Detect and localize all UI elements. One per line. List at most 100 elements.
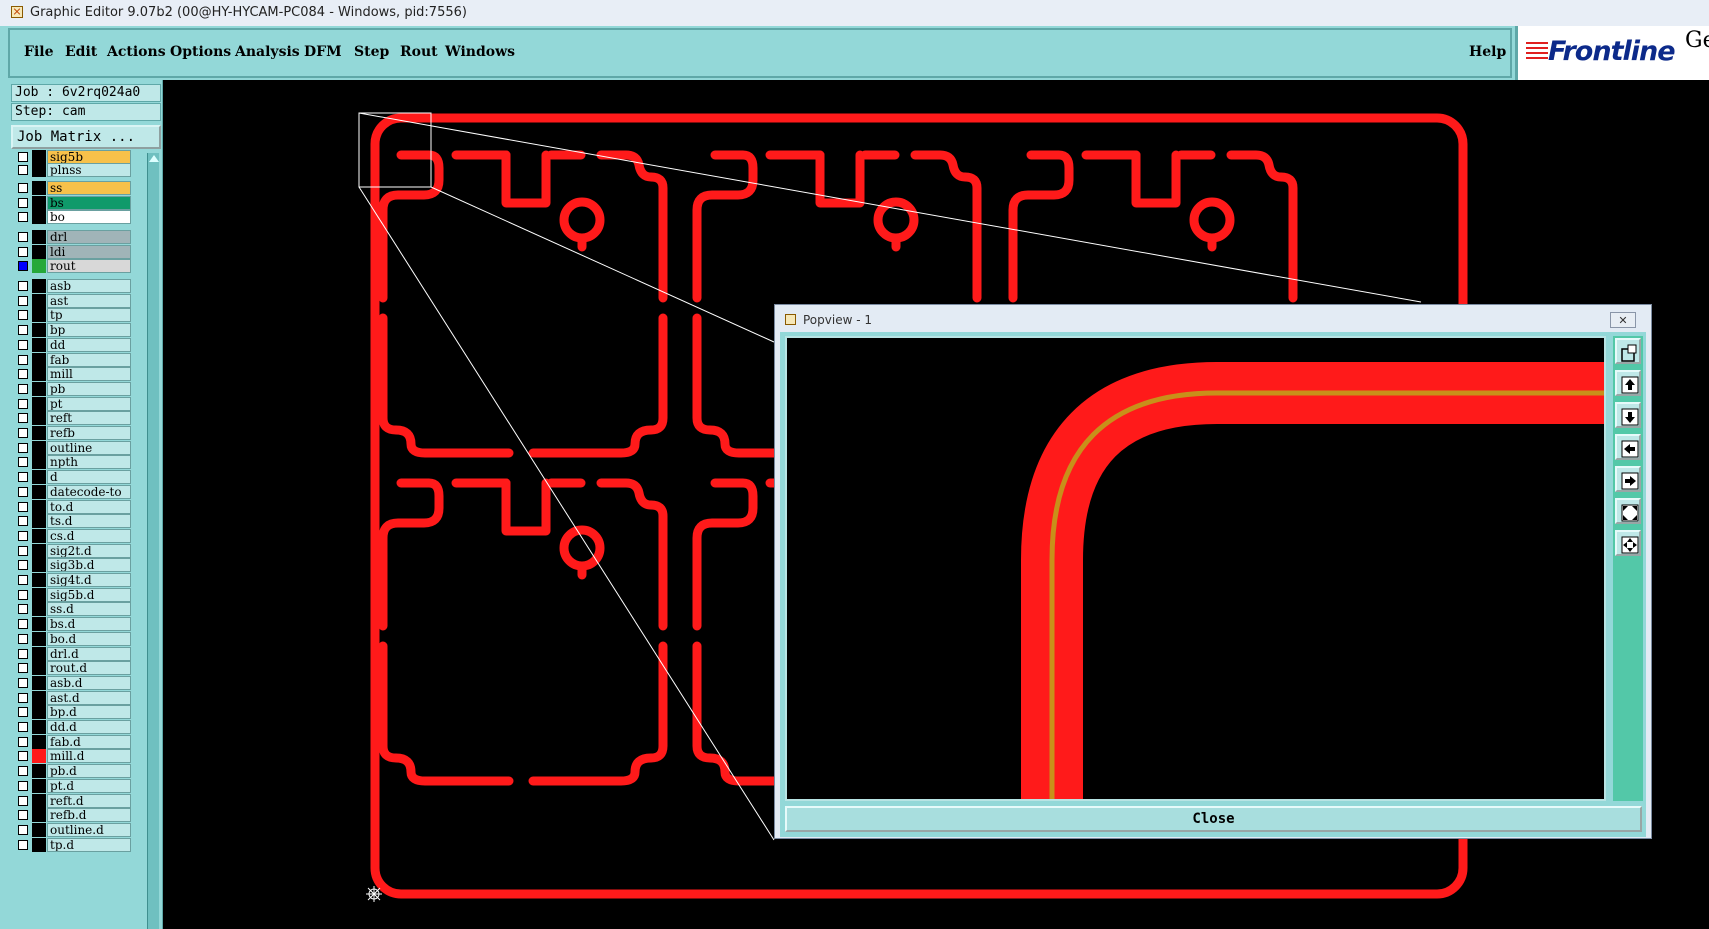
layer-name[interactable]: bs.d [47, 617, 131, 632]
layer-display-swatch[interactable] [32, 455, 46, 470]
layer-row[interactable]: pb [13, 381, 131, 396]
layer-display-swatch[interactable] [32, 558, 46, 573]
layer-checkbox[interactable] [18, 824, 28, 835]
layer-row[interactable]: bo [13, 210, 131, 225]
layer-row[interactable]: sig5b.d [13, 587, 131, 602]
layer-name[interactable]: reft [47, 411, 131, 426]
layer-row[interactable]: rout [13, 259, 131, 274]
layer-name[interactable]: pt [47, 396, 131, 411]
layer-checkbox[interactable] [18, 648, 28, 659]
layer-name[interactable]: ast [47, 293, 131, 308]
layer-display-swatch[interactable] [32, 367, 46, 382]
layer-row[interactable]: refb.d [13, 808, 131, 823]
layer-display-swatch[interactable] [32, 244, 46, 259]
layer-display-swatch[interactable] [32, 293, 46, 308]
layer-name[interactable]: ss [47, 181, 131, 195]
layer-row[interactable]: pb.d [13, 764, 131, 779]
layer-checkbox[interactable] [18, 766, 28, 777]
layer-name[interactable]: rout [47, 259, 131, 274]
layer-display-swatch[interactable] [32, 308, 46, 323]
layer-checkbox[interactable] [18, 545, 28, 556]
layer-display-swatch[interactable] [32, 396, 46, 411]
layer-row[interactable]: sig3b.d [13, 558, 131, 573]
layer-checkbox[interactable] [18, 212, 28, 223]
layer-display-swatch[interactable] [32, 181, 46, 195]
layer-display-swatch[interactable] [32, 793, 46, 808]
layer-display-swatch[interactable] [32, 484, 46, 499]
layer-checkbox[interactable] [18, 183, 28, 193]
layer-name[interactable]: pt.d [47, 778, 131, 793]
menu-analysis[interactable]: Analysis [235, 44, 300, 60]
pan-right-icon[interactable] [1615, 466, 1641, 492]
layer-checkbox[interactable] [18, 839, 28, 850]
layer-row[interactable]: fab [13, 352, 131, 367]
layer-name[interactable]: drl [47, 230, 131, 244]
menu-windows[interactable]: Windows [445, 44, 515, 60]
layer-checkbox[interactable] [18, 442, 28, 453]
layer-row[interactable]: plnss [13, 163, 131, 177]
layer-row[interactable]: tp.d [13, 837, 131, 852]
layer-row[interactable]: sig4t.d [13, 573, 131, 587]
layer-name[interactable]: bp [47, 323, 131, 338]
popview-close-button[interactable]: Close [785, 806, 1642, 832]
pan-left-icon[interactable] [1615, 434, 1641, 460]
layer-name[interactable]: bo [47, 210, 131, 225]
layer-checkbox[interactable] [18, 295, 28, 306]
layer-display-swatch[interactable] [32, 528, 46, 543]
layer-display-swatch[interactable] [32, 602, 46, 617]
layer-display-swatch[interactable] [32, 381, 46, 396]
layer-row[interactable]: sig5b [13, 150, 131, 164]
scroll-up-icon[interactable] [149, 155, 159, 162]
layer-checkbox[interactable] [18, 165, 28, 175]
layer-name[interactable]: sig4t.d [47, 573, 131, 587]
job-matrix-button[interactable]: Job Matrix ... [11, 125, 161, 149]
menu-actions[interactable]: Actions [107, 44, 166, 60]
layer-checkbox[interactable] [18, 516, 28, 527]
zoom-home-icon[interactable] [1615, 338, 1641, 364]
layer-row[interactable]: fab.d [13, 734, 131, 749]
layer-row[interactable]: mill [13, 367, 131, 382]
layer-row[interactable]: reft.d [13, 793, 131, 808]
layer-display-swatch[interactable] [32, 411, 46, 426]
layer-checkbox[interactable] [18, 501, 28, 512]
layer-row[interactable]: bs.d [13, 617, 131, 632]
layer-name[interactable]: sig5b.d [47, 587, 131, 602]
layer-name[interactable]: cs.d [47, 528, 131, 543]
layer-checkbox[interactable] [18, 197, 28, 208]
layer-row[interactable]: bp.d [13, 705, 131, 720]
layer-checkbox[interactable] [18, 575, 28, 585]
layer-checkbox[interactable] [18, 310, 28, 321]
layer-display-swatch[interactable] [32, 470, 46, 485]
layer-scrollbar[interactable] [147, 153, 159, 929]
layer-name[interactable]: mill.d [47, 749, 131, 764]
layer-row[interactable]: dd [13, 337, 131, 352]
layer-row[interactable]: ss.d [13, 602, 131, 617]
layer-name[interactable]: asb [47, 279, 131, 293]
layer-display-swatch[interactable] [32, 163, 46, 177]
layer-checkbox[interactable] [18, 530, 28, 541]
layer-checkbox[interactable] [18, 780, 28, 791]
layer-checkbox[interactable] [18, 619, 28, 630]
layer-name[interactable]: bo.d [47, 631, 131, 646]
layer-display-swatch[interactable] [32, 543, 46, 558]
layer-checkbox[interactable] [18, 795, 28, 806]
layer-display-swatch[interactable] [32, 749, 46, 764]
layer-display-swatch[interactable] [32, 822, 46, 837]
menu-file[interactable]: File [24, 44, 53, 60]
layer-display-swatch[interactable] [32, 646, 46, 661]
zoom-in-icon[interactable] [1615, 498, 1641, 524]
layer-checkbox[interactable] [18, 413, 28, 424]
layer-name[interactable]: ss.d [47, 602, 131, 617]
layer-display-swatch[interactable] [32, 778, 46, 793]
layer-name[interactable]: tp [47, 308, 131, 323]
popview-close-icon[interactable]: ✕ [1610, 312, 1636, 328]
layer-row[interactable]: outline.d [13, 822, 131, 837]
layer-row[interactable]: datecode-to [13, 484, 131, 499]
layer-display-swatch[interactable] [32, 675, 46, 690]
layer-row[interactable]: ast.d [13, 690, 131, 705]
layer-checkbox[interactable] [18, 677, 28, 688]
layer-display-swatch[interactable] [32, 323, 46, 338]
layer-name[interactable]: pb.d [47, 764, 131, 779]
layer-name[interactable]: sig3b.d [47, 558, 131, 573]
layer-row[interactable]: asb.d [13, 675, 131, 690]
